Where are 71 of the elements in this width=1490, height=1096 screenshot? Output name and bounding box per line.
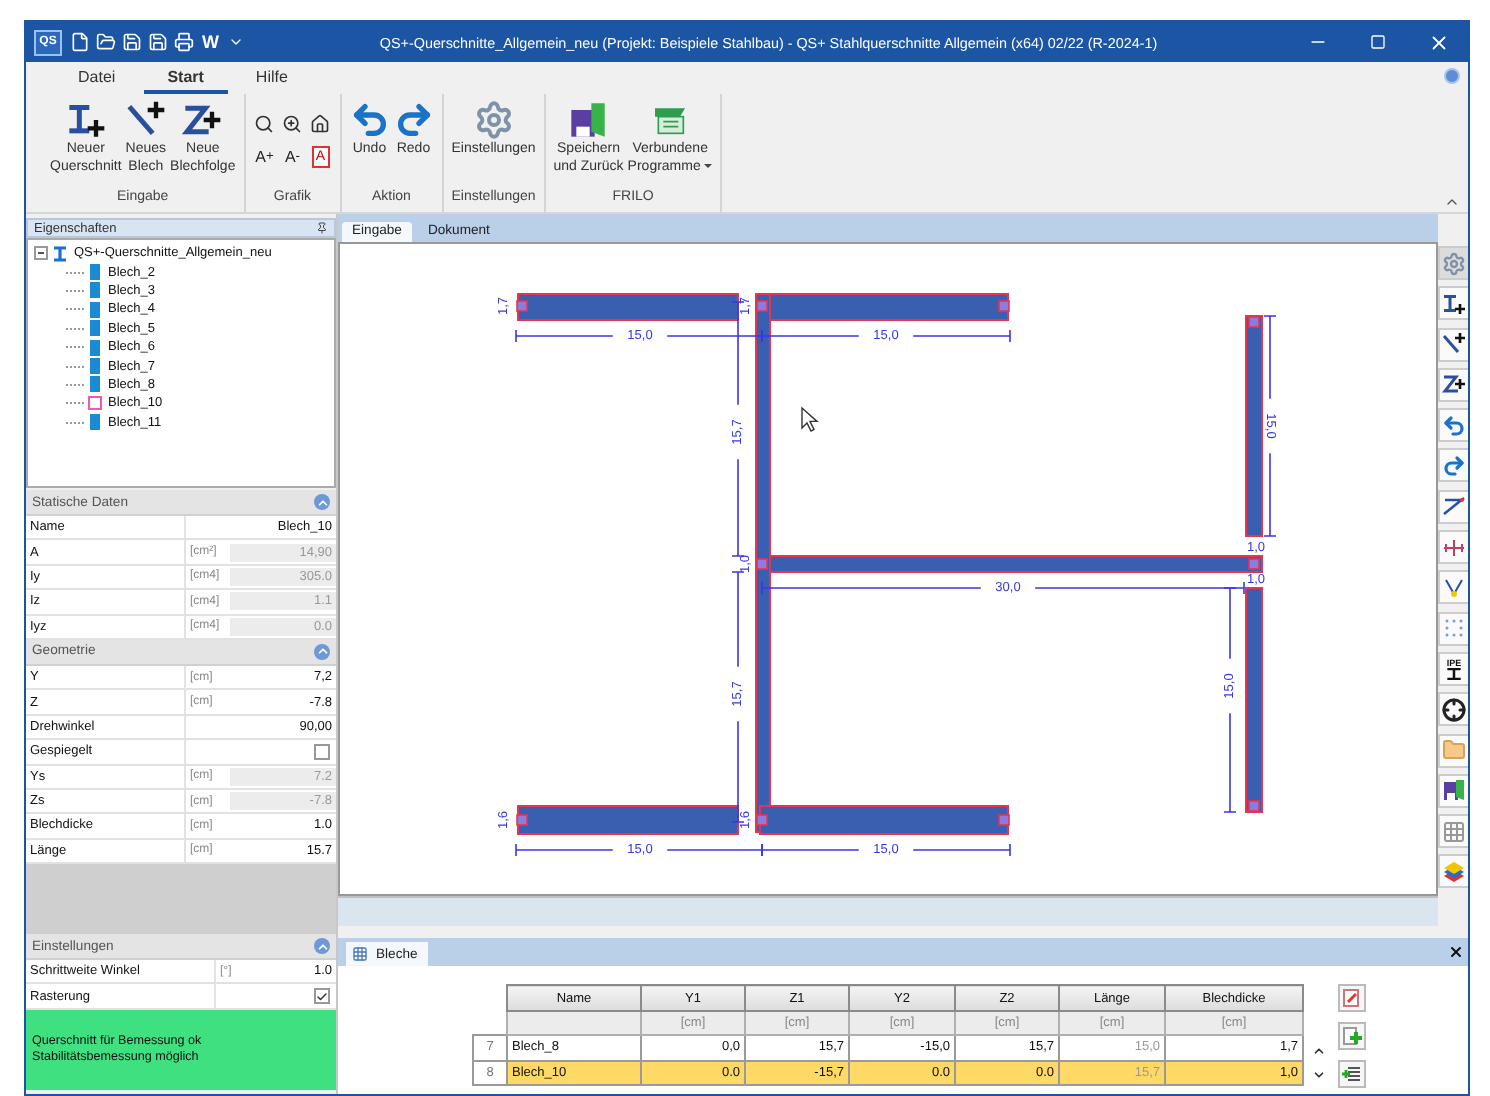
home-icon [310,113,331,133]
toolbar-button[interactable] [1438,570,1468,605]
zoom-in-icon [282,113,303,133]
i-beam-icon [52,245,68,262]
zigzag-plus-icon [1442,372,1466,397]
zigzag-plus-icon [182,100,223,140]
ribbon-tab[interactable]: Datei [54,68,140,94]
edit-button[interactable] [1338,984,1366,1012]
checkbox[interactable] [314,743,330,760]
close-icon [1427,31,1449,53]
toolbar-button[interactable] [1438,773,1468,808]
dimension-icon [1442,494,1466,519]
ruler-icon [1442,535,1466,560]
toolbar-button[interactable] [1438,286,1468,321]
redo-icon [1442,453,1466,478]
gear-icon [473,100,514,140]
redo-icon [393,100,434,140]
open-folder-icon [96,32,116,52]
toolbar-button[interactable] [1438,327,1468,362]
i-beam-icon [1444,667,1464,680]
save-icon [122,32,142,52]
table-insert-icon [1342,1064,1362,1084]
ribbon-tab[interactable]: Start [143,68,228,94]
table-icon [352,946,368,962]
node-marker [516,300,528,312]
node-marker [1248,558,1260,570]
collapse-ribbon-icon [1444,194,1460,210]
print-icon [174,32,194,52]
node-marker [516,814,528,826]
scroll-down-icon [1312,1068,1326,1082]
undo-icon [1442,413,1466,438]
beam-plus-icon [65,100,106,140]
gear-icon [1442,251,1466,275]
checkbox[interactable] [314,988,330,1005]
dropdown-icon [227,34,243,50]
layers-icon [1442,859,1466,884]
toolbar-button[interactable] [1438,489,1468,524]
toolbar-button[interactable] [1438,367,1468,402]
insert-row-button[interactable] [1338,1060,1366,1088]
line-plus-icon [1442,332,1466,357]
save-as-icon [148,32,168,52]
close-icon [1448,944,1464,960]
add-row-button[interactable] [1338,1022,1366,1050]
node-marker [1248,800,1260,812]
node-marker [998,814,1010,826]
crosshair-icon [1442,697,1466,722]
line-plus-icon [125,100,166,140]
add-document-icon [1342,1026,1362,1046]
collapse-icon[interactable] [34,246,48,261]
points-icon [1442,575,1466,600]
pin-icon [316,222,328,234]
cursor-icon [801,406,819,432]
undo-icon [349,100,390,140]
grid-icon [1442,819,1466,844]
save-icon [568,100,609,140]
grid-dots-icon [1442,616,1466,641]
help-icon[interactable] [1444,68,1460,84]
node-marker [756,558,768,570]
ribbon-tab[interactable]: Hilfe [231,68,312,94]
node-marker [1248,316,1260,328]
word-export-button[interactable]: W [202,32,219,52]
save-icon [1442,778,1466,803]
search-icon [254,113,275,133]
toolbar-button[interactable] [1438,692,1468,727]
node-marker [756,814,768,826]
maximize-icon [1370,34,1386,50]
new-file-icon [70,32,90,52]
folder-icon [1442,738,1466,763]
scroll-up-icon [1312,1044,1326,1058]
clipboard-icon [1342,988,1362,1008]
beam-plus-icon [1442,291,1466,316]
